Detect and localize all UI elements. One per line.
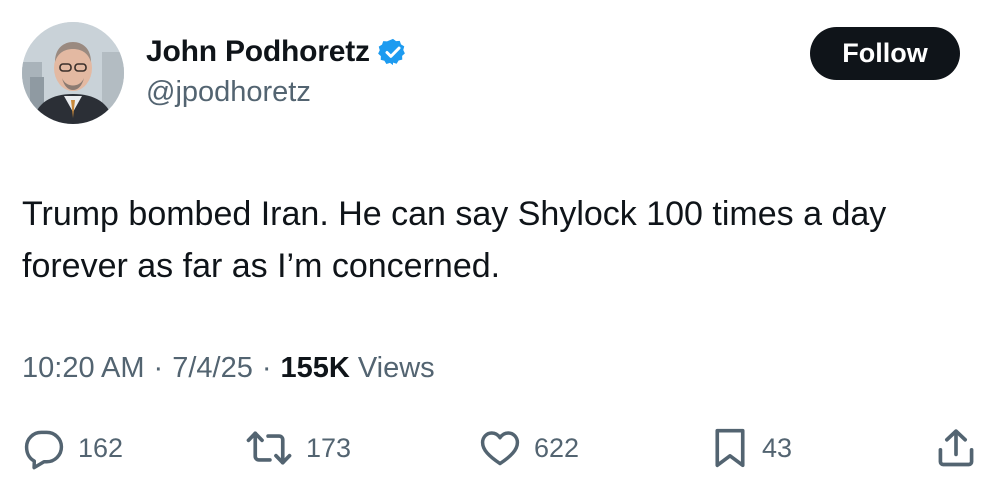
tweet-time[interactable]: 10:20 AM: [22, 352, 145, 385]
reply-icon: [22, 426, 66, 470]
display-name[interactable]: John Podhoretz: [146, 35, 370, 69]
repost-icon: [244, 426, 294, 470]
verified-badge-icon: [377, 37, 408, 67]
bookmark-button[interactable]: 43: [710, 420, 792, 476]
share-icon: [934, 426, 978, 470]
reply-button[interactable]: 162: [22, 420, 123, 476]
avatar[interactable]: [22, 22, 124, 124]
name-row: John Podhoretz: [146, 32, 408, 72]
tweet-text: Trump bombed Iran. He can say Shylock 10…: [22, 195, 887, 285]
author-block: John Podhoretz @jpodhoretz: [146, 32, 408, 109]
meta-separator: ·: [153, 352, 164, 384]
user-handle[interactable]: @jpodhoretz: [146, 76, 408, 109]
repost-button[interactable]: 173: [244, 420, 351, 476]
avatar-photo: [22, 22, 124, 124]
bookmark-count: 43: [762, 432, 793, 463]
repost-count: 173: [306, 432, 352, 463]
views-label: Views: [357, 352, 435, 384]
like-count: 622: [534, 432, 580, 463]
follow-button[interactable]: Follow: [810, 27, 960, 80]
reply-count: 162: [78, 432, 124, 463]
like-button[interactable]: 622: [478, 420, 579, 476]
action-bar: 162 173 622 43: [0, 420, 1000, 476]
bookmark-icon: [710, 426, 750, 470]
tweet-metadata: 10:20 AM · 7/4/25 · 155K Views: [22, 352, 435, 385]
like-icon: [478, 426, 522, 470]
meta-separator: ·: [261, 352, 272, 384]
tweet-date[interactable]: 7/4/25: [172, 352, 253, 385]
tweet-card: John Podhoretz @jpodhoretz Follow Trump …: [0, 0, 1000, 492]
views-count: 155K: [280, 352, 350, 384]
share-button[interactable]: [934, 420, 978, 476]
